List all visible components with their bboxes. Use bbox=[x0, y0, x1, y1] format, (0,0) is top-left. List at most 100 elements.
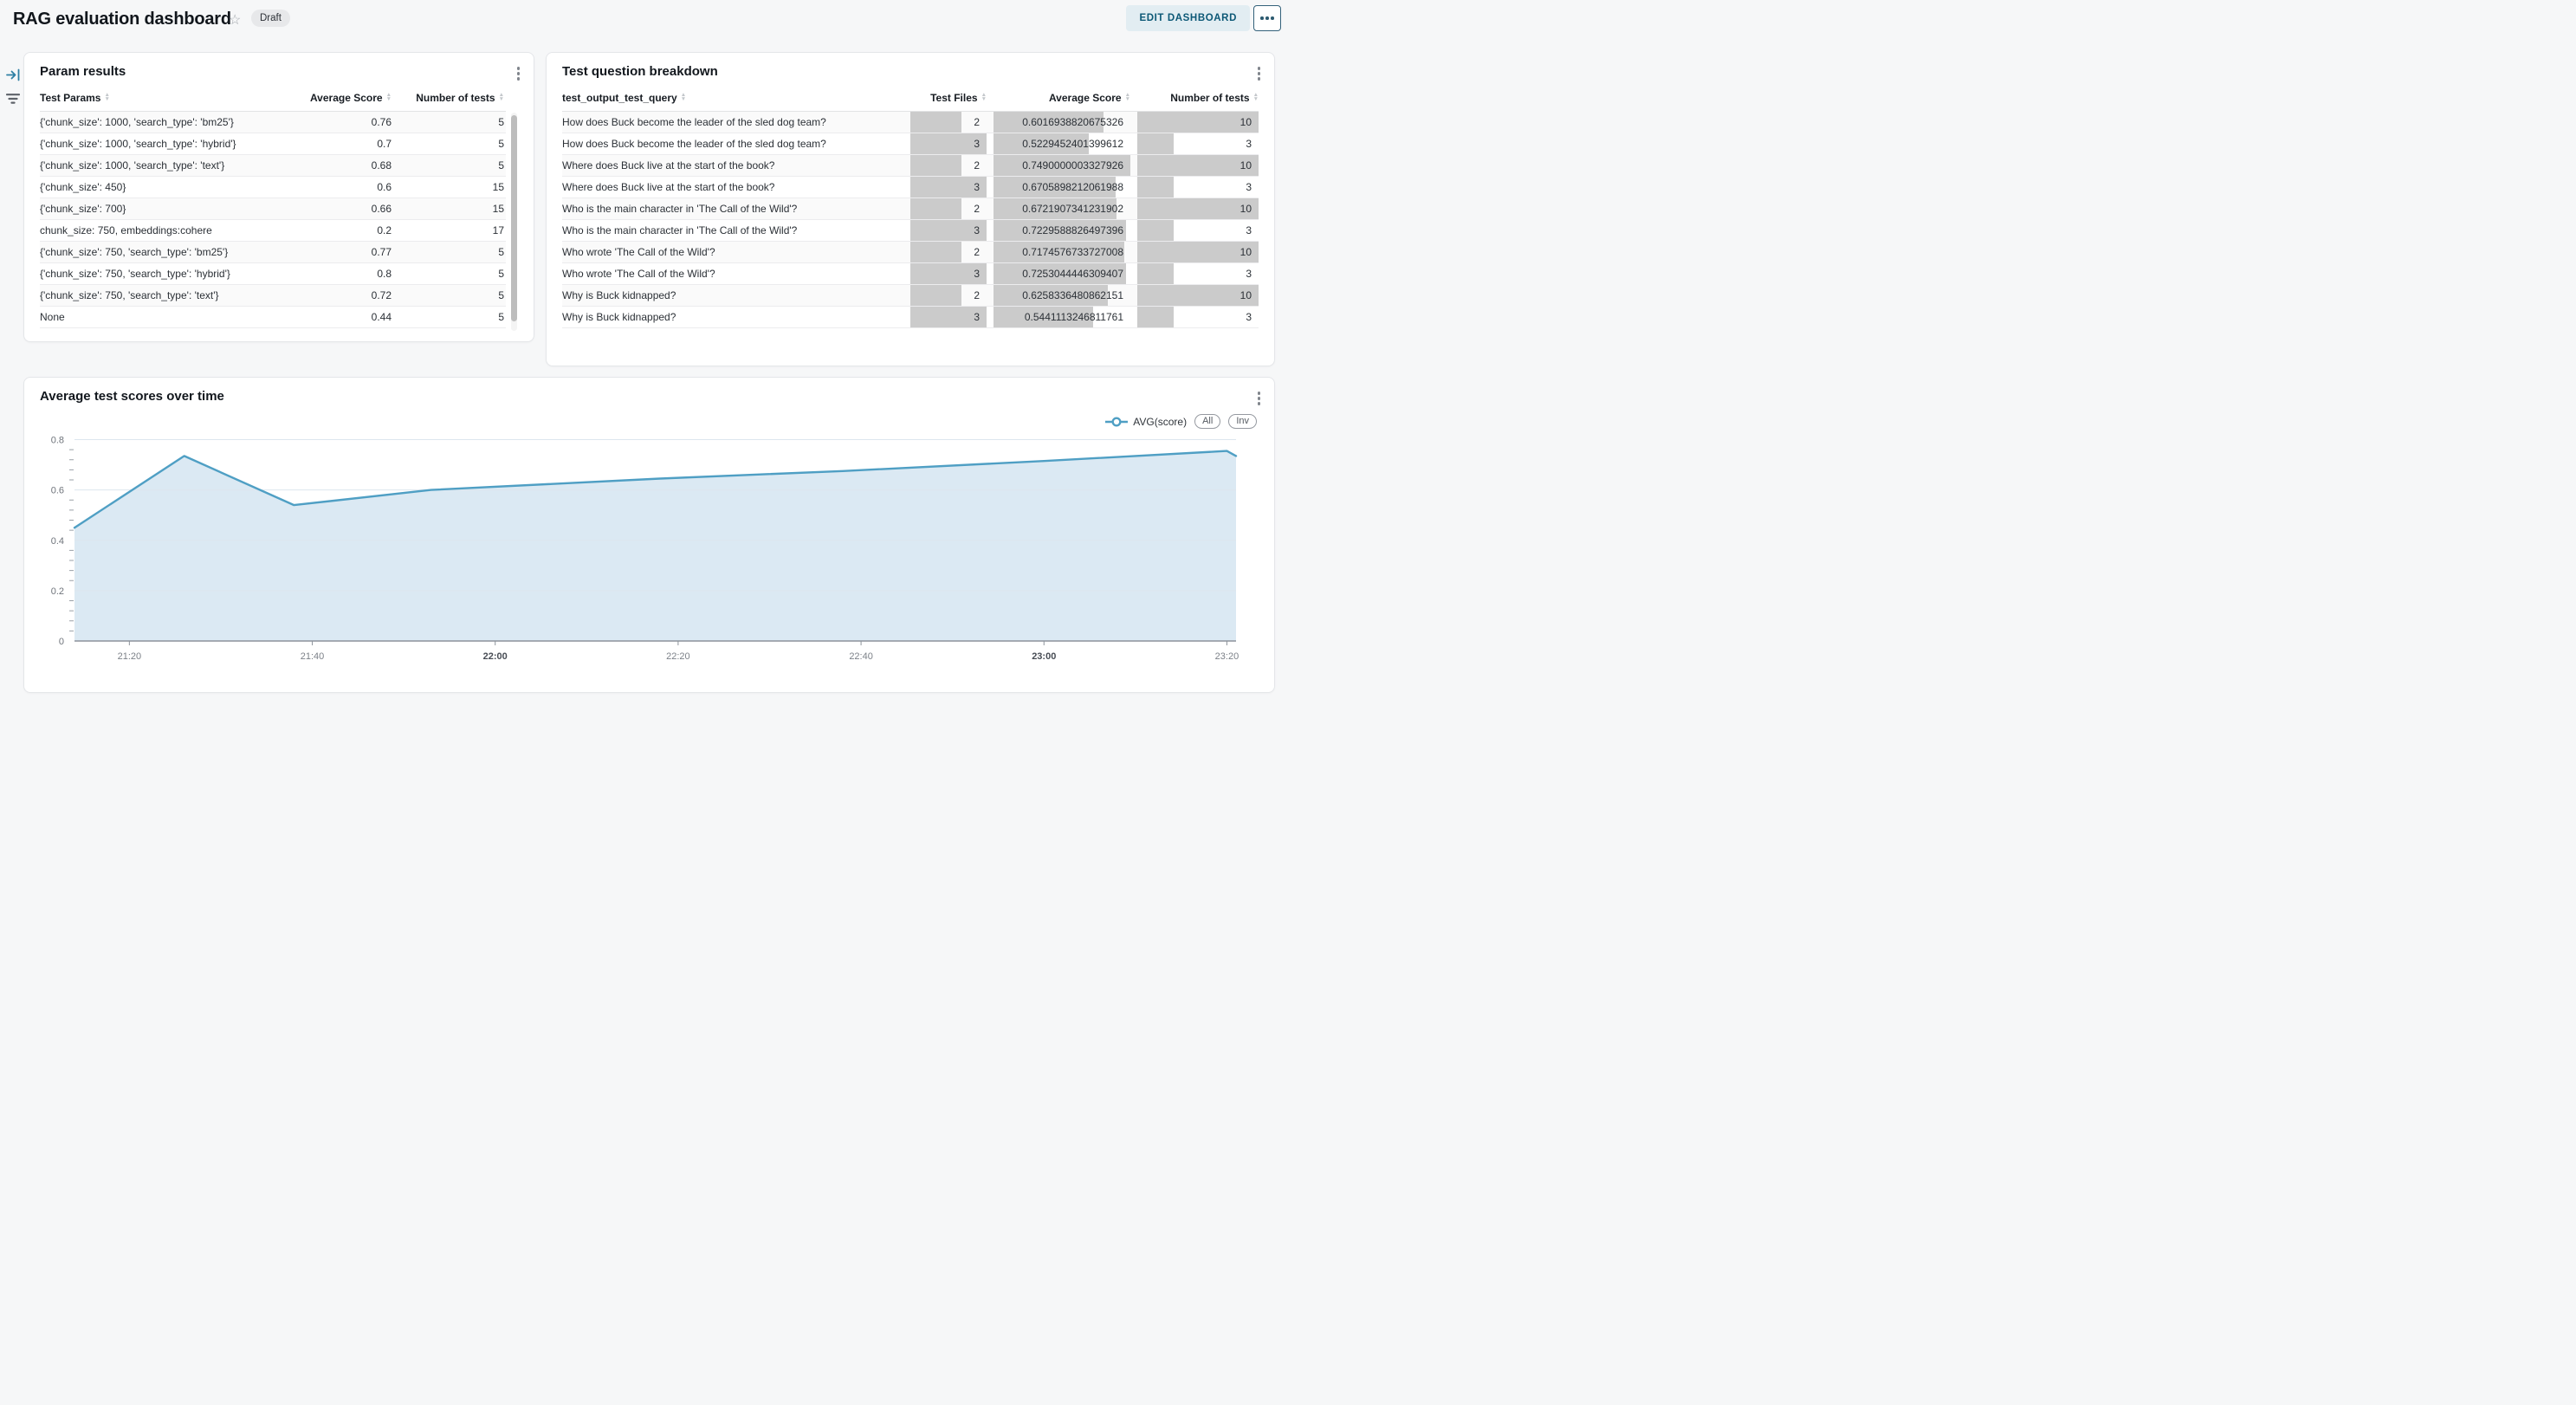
sort-icon: ▲▼ bbox=[1253, 94, 1259, 101]
cell-average-score: 0.2 bbox=[305, 220, 392, 241]
sort-icon: ▲▼ bbox=[499, 94, 504, 101]
column-header[interactable]: Number of tests ▲▼ bbox=[392, 92, 506, 104]
star-icon[interactable]: ☆ bbox=[229, 11, 241, 29]
cell-number-of-tests: 3 bbox=[1137, 220, 1259, 241]
cell-value: 3 bbox=[1137, 268, 1259, 280]
cell-average-score: 0.7 bbox=[305, 133, 392, 154]
svg-text:21:20: 21:20 bbox=[118, 651, 142, 662]
cell-value: 2 bbox=[910, 203, 987, 215]
cell-average-score: 0.5229452401399612 bbox=[994, 133, 1130, 154]
table-row: Why is Buck kidnapped?30.544111324681176… bbox=[562, 307, 1259, 328]
column-header-label: test_output_test_query bbox=[562, 92, 677, 104]
cell-value: 2 bbox=[910, 116, 987, 128]
cell-test-files: 2 bbox=[910, 242, 987, 262]
cell-value: 3 bbox=[1137, 181, 1259, 193]
cell-value: 3 bbox=[1137, 224, 1259, 236]
filter-icon[interactable] bbox=[6, 93, 20, 105]
column-header[interactable]: Test Params▲▼ bbox=[40, 92, 305, 104]
cell-value: 3 bbox=[910, 138, 987, 150]
table-row: {'chunk_size': 450}0.615 bbox=[40, 177, 506, 198]
cell-average-score: 0.7253044446309407 bbox=[994, 263, 1130, 284]
cell-number-of-tests: 3 bbox=[1137, 307, 1259, 327]
cell-value: 3 bbox=[1137, 138, 1259, 150]
legend-inv-button[interactable]: Inv bbox=[1228, 414, 1257, 429]
cell-test-params: {'chunk_size': 450} bbox=[40, 177, 305, 197]
dot bbox=[1271, 16, 1274, 20]
left-rail bbox=[3, 68, 23, 105]
column-header[interactable]: Test Files▲▼ bbox=[910, 92, 987, 104]
cell-test-files: 3 bbox=[910, 220, 987, 241]
collapse-panel-icon[interactable] bbox=[6, 68, 21, 82]
svg-text:0.2: 0.2 bbox=[51, 586, 64, 597]
cell-number-of-tests: 10 bbox=[1137, 155, 1259, 176]
avg-scores-chart-panel: Average test scores over time AVG(score)… bbox=[23, 377, 1275, 693]
cell-value: 0.7253044446309407 bbox=[994, 268, 1130, 280]
cell-average-score: 0.6721907341231902 bbox=[994, 198, 1130, 219]
cell-number-of-tests: 15 bbox=[392, 177, 506, 197]
cell-test-files: 3 bbox=[910, 263, 987, 284]
cell-test-files: 3 bbox=[910, 177, 987, 197]
cell-value: 0.7490000003327926 bbox=[994, 159, 1130, 172]
cell-average-score: 0.72 bbox=[305, 285, 392, 306]
cell-number-of-tests: 5 bbox=[392, 155, 506, 176]
tqb-header: test_output_test_query ▲▼ Test Files▲▼ Aver… bbox=[562, 92, 1259, 112]
table-row: {'chunk_size': 750, 'search_type': 'text… bbox=[40, 285, 506, 307]
table-row: {'chunk_size': 750, 'search_type': 'hybr… bbox=[40, 263, 506, 285]
cell-query: Who wrote 'The Call of the Wild'? bbox=[562, 242, 903, 262]
cell-query: Who is the main character in 'The Call o… bbox=[562, 220, 903, 241]
panel-title: Test question breakdown bbox=[562, 64, 718, 79]
table-row: How does Buck become the leader of the s… bbox=[562, 112, 1259, 133]
cell-number-of-tests: 10 bbox=[1137, 242, 1259, 262]
line-marker-icon bbox=[1105, 417, 1128, 427]
cell-query: How does Buck become the leader of the s… bbox=[562, 112, 903, 133]
panel-menu-icon[interactable] bbox=[515, 64, 523, 83]
table-row: Who is the main character in 'The Call o… bbox=[562, 220, 1259, 242]
table-row: Why is Buck kidnapped?20.625833648086215… bbox=[562, 285, 1259, 307]
legend-series-avg-score[interactable]: AVG(score) bbox=[1105, 416, 1187, 428]
cell-test-params: None bbox=[40, 307, 305, 327]
panel-title: Average test scores over time bbox=[40, 389, 224, 404]
column-header-label: Number of tests bbox=[416, 92, 495, 104]
table-row: None0.445 bbox=[40, 307, 506, 328]
chart-legend: AVG(score) All Inv bbox=[1105, 414, 1257, 429]
cell-average-score: 0.7174576733727008 bbox=[994, 242, 1130, 262]
cell-query: Who wrote 'The Call of the Wild'? bbox=[562, 263, 903, 284]
cell-average-score: 0.7490000003327926 bbox=[994, 155, 1130, 176]
cell-average-score: 0.68 bbox=[305, 155, 392, 176]
column-header[interactable]: test_output_test_query ▲▼ bbox=[562, 92, 903, 104]
cell-number-of-tests: 10 bbox=[1137, 112, 1259, 133]
scrollbar-thumb[interactable] bbox=[511, 115, 517, 321]
more-menu-button[interactable] bbox=[1253, 5, 1281, 31]
panel-menu-icon[interactable] bbox=[1255, 64, 1264, 83]
cell-value: 3 bbox=[910, 311, 987, 323]
cell-value: 2 bbox=[910, 289, 987, 301]
cell-test-params: {'chunk_size': 750, 'search_type': 'hybr… bbox=[40, 263, 305, 284]
cell-value: 3 bbox=[910, 224, 987, 236]
cell-average-score: 0.6705898212061988 bbox=[994, 177, 1130, 197]
cell-value: 0.5229452401399612 bbox=[994, 138, 1130, 150]
cell-test-files: 2 bbox=[910, 198, 987, 219]
cell-average-score: 0.7229588826497396 bbox=[994, 220, 1130, 241]
edit-dashboard-button[interactable]: EDIT DASHBOARD bbox=[1126, 5, 1250, 31]
cell-number-of-tests: 5 bbox=[392, 307, 506, 327]
cell-value: 2 bbox=[910, 246, 987, 258]
cell-value: 0.6721907341231902 bbox=[994, 203, 1130, 215]
table-row: How does Buck become the leader of the s… bbox=[562, 133, 1259, 155]
table-row: {'chunk_size': 1000, 'search_type': 'tex… bbox=[40, 155, 506, 177]
cell-average-score: 0.76 bbox=[305, 112, 392, 133]
param-results-panel: Param results Test Params▲▼Average Score… bbox=[23, 52, 534, 342]
column-header[interactable]: Average Score▲▼ bbox=[305, 92, 392, 104]
sort-icon: ▲▼ bbox=[681, 94, 686, 101]
column-header[interactable]: Average Score▲▼ bbox=[994, 92, 1130, 104]
cell-test-params: {'chunk_size': 1000, 'search_type': 'hyb… bbox=[40, 133, 305, 154]
cell-number-of-tests: 5 bbox=[392, 242, 506, 262]
legend-all-button[interactable]: All bbox=[1194, 414, 1220, 429]
cell-value: 0.7174576733727008 bbox=[994, 246, 1130, 258]
cell-test-files: 3 bbox=[910, 133, 987, 154]
panel-menu-icon[interactable] bbox=[1255, 389, 1264, 408]
cell-average-score: 0.8 bbox=[305, 263, 392, 284]
cell-average-score: 0.6258336480862151 bbox=[994, 285, 1130, 306]
cell-value: 0.6705898212061988 bbox=[994, 181, 1130, 193]
chart-plot[interactable]: 00.20.40.60.821:2021:4022:0022:2022:4023… bbox=[24, 430, 1276, 681]
column-header[interactable]: Number of tests▲▼ bbox=[1137, 92, 1259, 104]
